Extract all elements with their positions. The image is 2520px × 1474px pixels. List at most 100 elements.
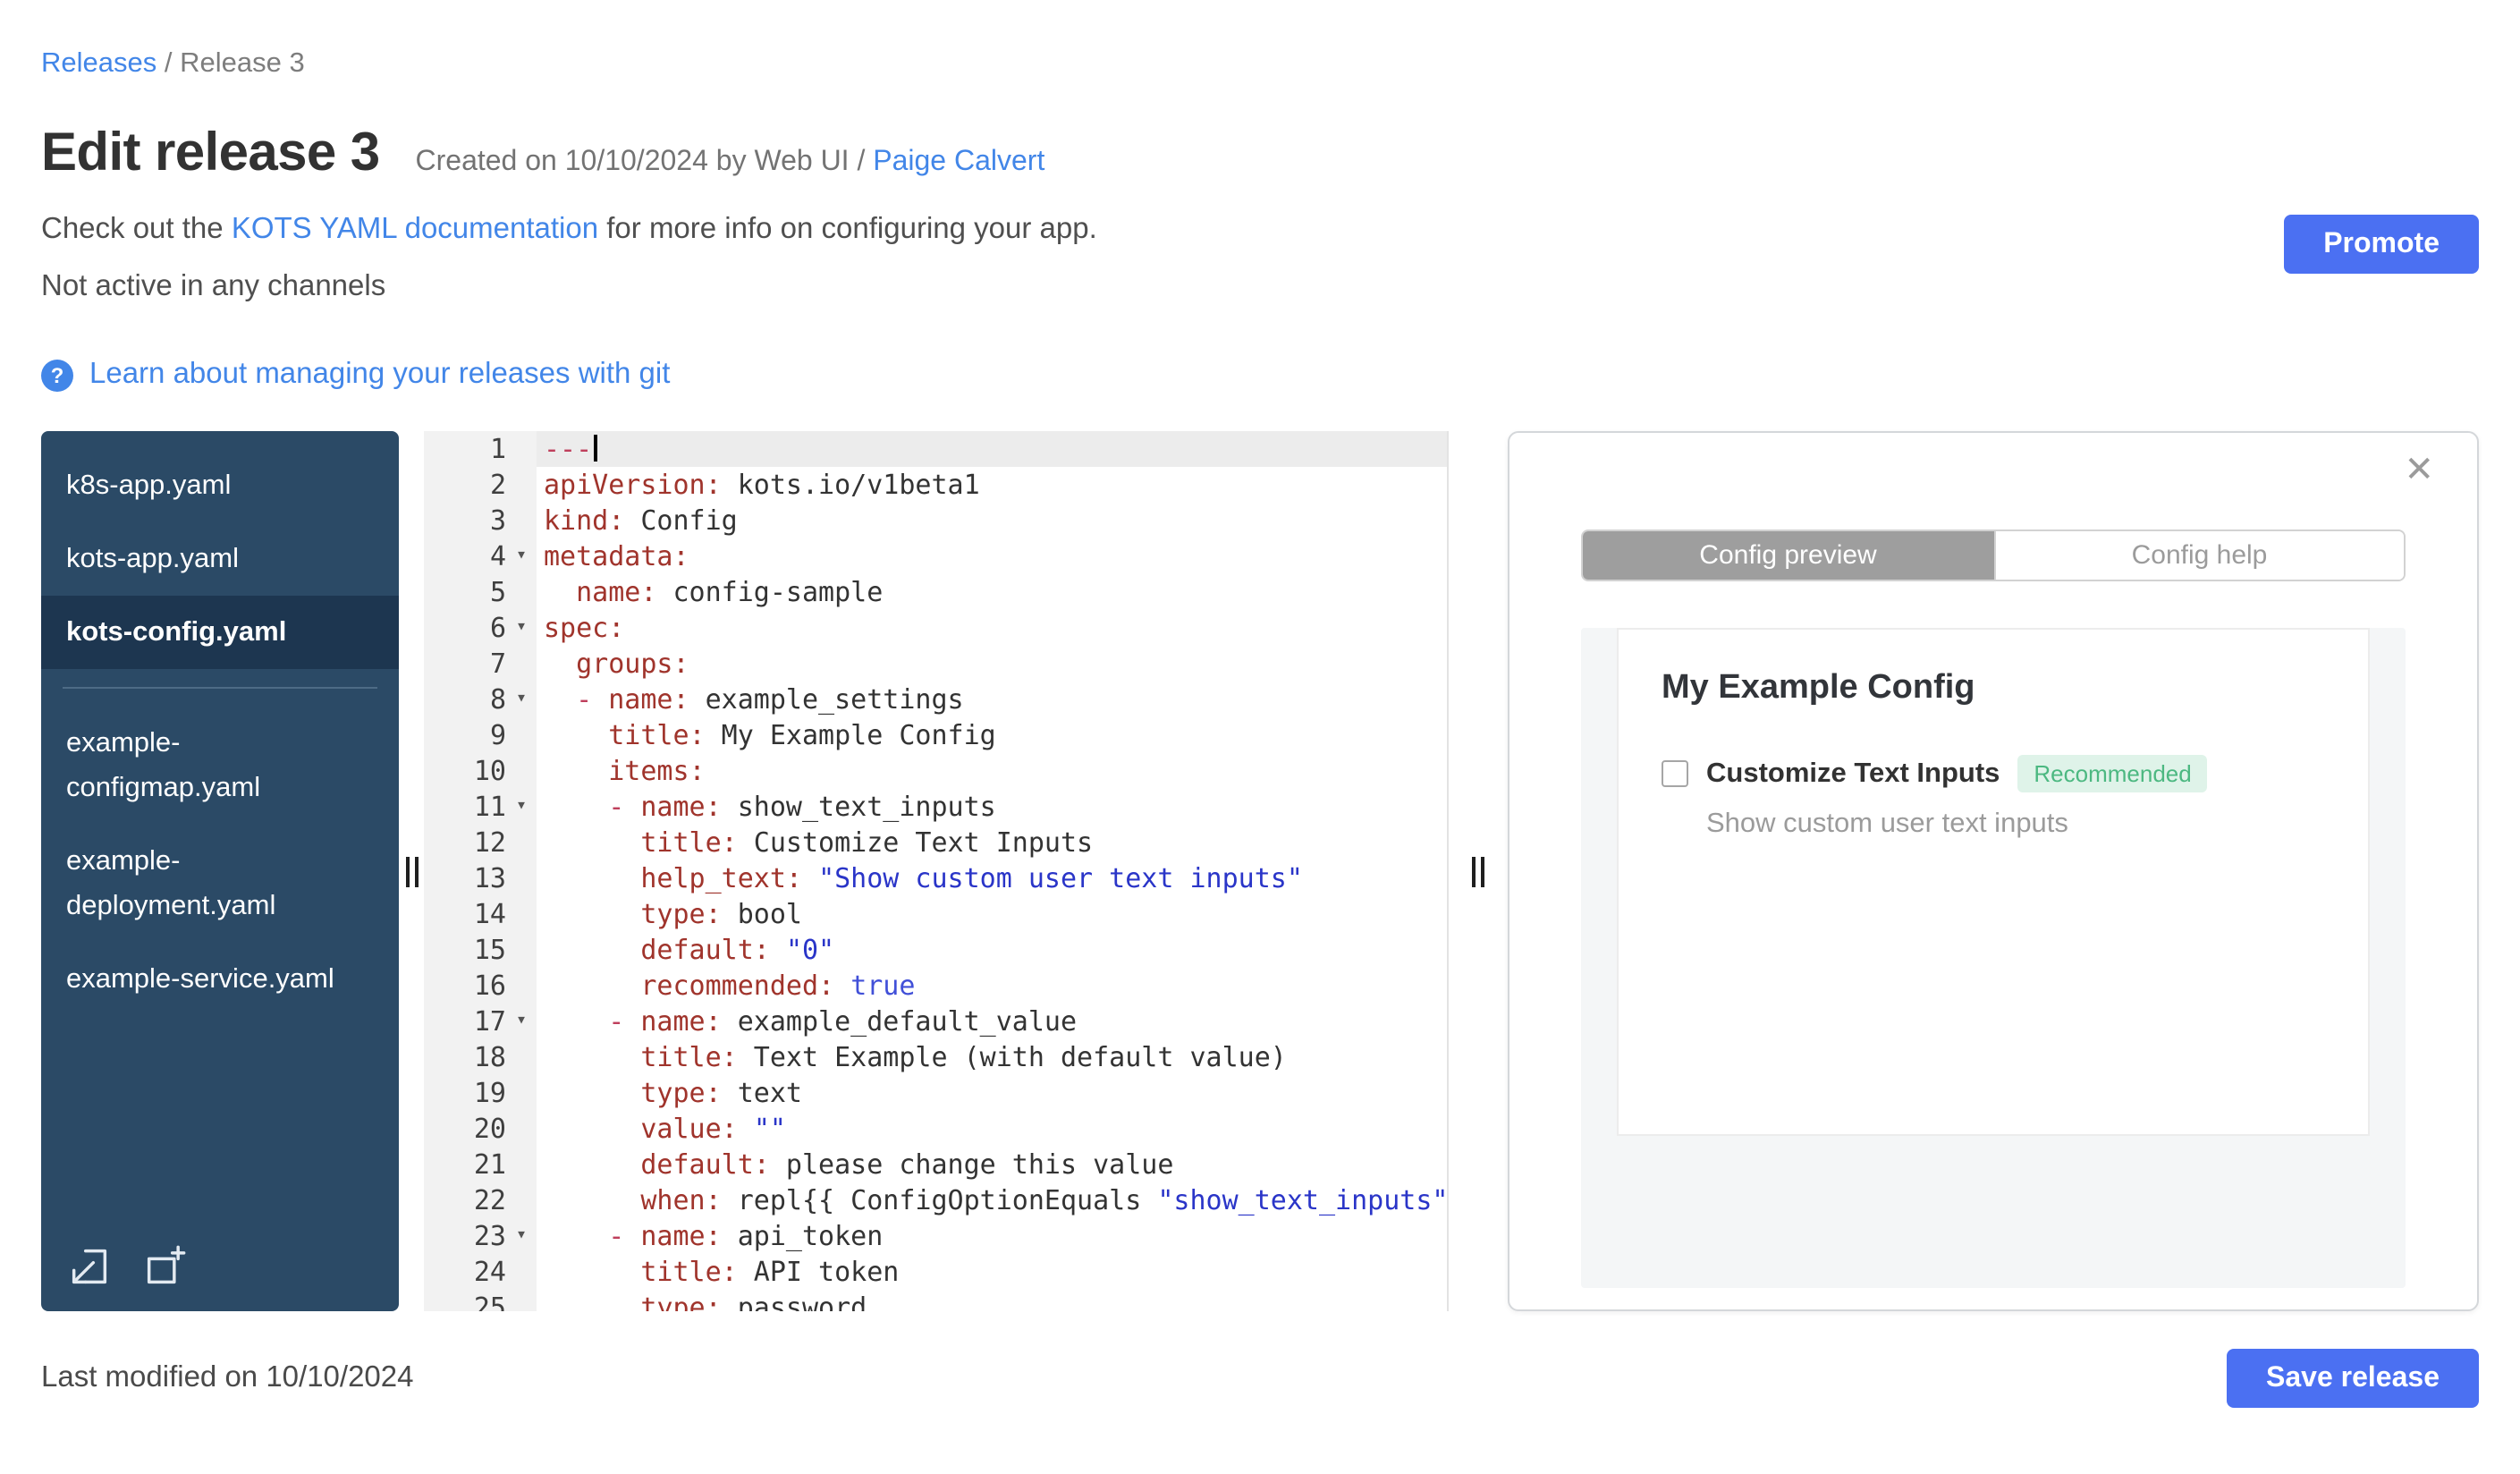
code-line[interactable]: value: "" (537, 1111, 1447, 1147)
code-line[interactable]: when: repl{{ ConfigOptionEquals "show_te… (537, 1182, 1447, 1218)
close-icon: ✕ (2404, 451, 2434, 490)
file-list-divider (63, 687, 377, 689)
code-line[interactable]: type: text (537, 1075, 1447, 1111)
code-line[interactable]: kind: Config (537, 503, 1447, 538)
gutter-line-number: 2 (489, 469, 506, 501)
gutter-line-number: 22 (473, 1184, 506, 1216)
code-line[interactable]: title: My Example Config (537, 717, 1447, 753)
code-line[interactable]: --- (537, 431, 1447, 467)
text-cursor (594, 435, 598, 462)
save-release-button[interactable]: Save release (2227, 1349, 2479, 1408)
gutter-line-number: 1 (489, 433, 506, 465)
code-line[interactable]: metadata: (537, 538, 1447, 574)
promote-button[interactable]: Promote (2284, 215, 2479, 274)
title-row: Edit release 3 Created on 10/10/2024 by … (41, 123, 2479, 184)
fold-toggle-icon[interactable]: ▾ (510, 682, 533, 717)
code-line[interactable]: - name: show_text_inputs (537, 789, 1447, 825)
fold-toggle-icon[interactable]: ▾ (510, 1004, 533, 1039)
gutter-line-number: 10 (473, 755, 506, 787)
tab-config-help[interactable]: Config help (1993, 531, 2404, 580)
git-releases-link[interactable]: Learn about managing your releases with … (89, 358, 670, 392)
release-editor-page: Releases / Release 3 Edit release 3 Crea… (0, 0, 2520, 1474)
upload-file-button[interactable] (66, 1243, 113, 1290)
author-link[interactable]: Paige Calvert (873, 147, 1044, 177)
code-line[interactable]: groups: (537, 646, 1447, 682)
code-line[interactable]: type: password (537, 1290, 1447, 1311)
code-line[interactable]: title: API token (537, 1254, 1447, 1290)
fold-toggle-icon[interactable]: ▾ (510, 538, 533, 574)
breadcrumb-current: Release 3 (180, 48, 305, 79)
code-editor[interactable]: 1 2 3 4 ▾ 5 6 ▾ 7 8 ▾ 9 10 11 ▾ 12 13 14 15 16 17 ▾ 18 19 20 21 22… (424, 431, 1449, 1311)
gutter-line-number: 18 (473, 1041, 506, 1073)
gutter-line-number: 21 (473, 1148, 506, 1181)
gutter-line-number: 25 (473, 1292, 506, 1311)
gutter-line-number: 19 (473, 1077, 506, 1109)
page-title: Edit release 3 (41, 123, 380, 182)
gutter-line-number: 24 (473, 1256, 506, 1288)
code-line[interactable]: - name: example_default_value (537, 1004, 1447, 1039)
gutter-line-number: 8 ▾ (424, 682, 537, 717)
last-modified-text: Last modified on 10/10/2024 (41, 1361, 414, 1394)
git-help-line: ? Learn about managing your releases wit… (41, 358, 2479, 392)
gutter-line-number: 3 (489, 504, 506, 537)
breadcrumb-releases-link[interactable]: Releases (41, 48, 156, 79)
code-line[interactable]: - name: api_token (537, 1218, 1447, 1254)
code-line[interactable]: default: "0" (537, 932, 1447, 968)
code-line[interactable]: recommended: true (537, 968, 1447, 1004)
new-file-icon (147, 1245, 186, 1284)
gutter-line-number: 13 (473, 862, 506, 894)
gutter-line-number: 14 (473, 898, 506, 930)
breadcrumb-separator: / (156, 48, 181, 79)
code-line[interactable]: - name: example_settings (537, 682, 1447, 717)
docs-suffix: for more info on configuring your app. (598, 213, 1097, 245)
close-preview-button[interactable]: ✕ (2393, 451, 2445, 490)
editor-code[interactable]: --- apiVersion: kots.io/v1beta1 kind: Conf… (537, 431, 1447, 1311)
code-line[interactable]: items: (537, 753, 1447, 789)
fold-toggle-icon[interactable]: ▾ (510, 789, 533, 825)
gutter-line-number: 6 ▾ (424, 610, 537, 646)
file-sidebar: k8s-app.yaml kots-app.yaml kots-config.yam… (41, 431, 399, 1311)
code-line[interactable]: apiVersion: kots.io/v1beta1 (537, 467, 1447, 503)
code-line[interactable]: default: please change this value (537, 1147, 1447, 1182)
file-item-example-deployment.yaml[interactable]: example-deployment.yaml (41, 825, 399, 943)
docs-prefix: Check out the (41, 213, 232, 245)
gutter-line-number: 4 ▾ (424, 538, 537, 574)
gutter-line-number: 7 (489, 648, 506, 680)
code-line[interactable]: title: Text Example (with default value) (537, 1039, 1447, 1075)
code-line[interactable]: spec: (537, 610, 1447, 646)
sidebar-actions (66, 1243, 188, 1290)
code-line[interactable]: type: bool (537, 896, 1447, 932)
fold-toggle-icon[interactable]: ▾ (510, 1218, 533, 1254)
code-line[interactable]: title: Customize Text Inputs (537, 825, 1447, 860)
gutter-line-number: 12 (473, 826, 506, 859)
kots-docs-link[interactable]: KOTS YAML documentation (232, 213, 598, 245)
file-item-example-configmap.yaml[interactable]: example-configmap.yaml (41, 707, 399, 825)
new-file-button[interactable] (141, 1243, 188, 1290)
config-checkbox[interactable] (1662, 760, 1688, 787)
code-line[interactable]: help_text: "Show custom user text inputs… (537, 860, 1447, 896)
fold-toggle-icon[interactable]: ▾ (510, 610, 533, 646)
config-item-help: Show custom user text inputs (1706, 809, 2068, 839)
editor-gutter: 1 2 3 4 ▾ 5 6 ▾ 7 8 ▾ 9 10 11 ▾ 12 13 14 15 16 17 ▾ 18 19 20 21 22… (424, 431, 537, 1311)
help-icon: ? (41, 359, 73, 391)
upload-file-icon (72, 1249, 107, 1284)
gutter-line-number: 9 (489, 719, 506, 751)
gutter-line-number: 17 ▾ (424, 1004, 537, 1039)
gutter-line-number: 5 (489, 576, 506, 608)
right-resize-handle[interactable] (1472, 856, 1484, 886)
right-pane-gap (1449, 431, 1508, 1311)
file-item-example-service.yaml[interactable]: example-service.yaml (41, 943, 399, 1016)
tab-config-preview[interactable]: Config preview (1583, 531, 1993, 580)
left-pane-gap (399, 431, 424, 1311)
gutter-line-number: 23 ▾ (424, 1218, 537, 1254)
file-item-kots-app.yaml[interactable]: kots-app.yaml (41, 522, 399, 596)
left-resize-handle[interactable] (405, 856, 418, 886)
file-item-kots-config.yaml[interactable]: kots-config.yaml (41, 596, 399, 669)
file-item-k8s-app.yaml[interactable]: k8s-app.yaml (41, 449, 399, 522)
code-line[interactable]: name: config-sample (537, 574, 1447, 610)
editor-workspace: k8s-app.yaml kots-app.yaml kots-config.yam… (41, 431, 2479, 1311)
config-item-row: Customize Text Inputs Recommended (1662, 755, 2325, 792)
recommended-badge: Recommended (2017, 755, 2208, 792)
created-text: Created on 10/10/2024 by Web UI / (415, 147, 874, 177)
file-list: k8s-app.yaml kots-app.yaml kots-config.yam… (41, 449, 399, 1016)
